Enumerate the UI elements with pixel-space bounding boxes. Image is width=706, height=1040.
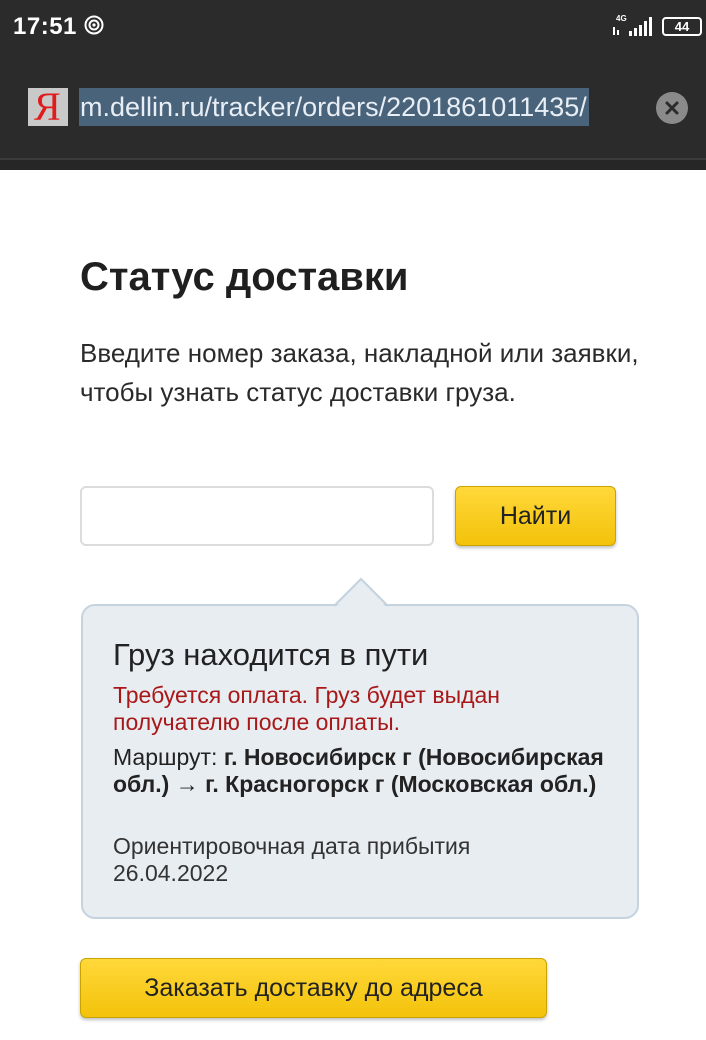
arrival-date: 26.04.2022 xyxy=(113,860,229,886)
battery-level: 44 xyxy=(674,19,690,34)
status-heading: Груз находится в пути xyxy=(113,637,429,672)
close-icon xyxy=(665,101,679,115)
target-icon xyxy=(84,15,104,35)
clear-url-button[interactable] xyxy=(656,92,688,124)
arrival-label: Ориентировочная дата прибытия xyxy=(113,833,471,859)
find-button[interactable]: Найти xyxy=(455,486,616,546)
order-delivery-button[interactable]: Заказать доставку до адреса xyxy=(80,958,547,1018)
signal-icon: 4G xyxy=(613,14,652,36)
page-subtitle: Введите номер заказа, накладной или заяв… xyxy=(80,338,639,407)
battery-icon: 44 xyxy=(662,17,702,36)
route-info: Маршрут: г. Новосибирск г (Новосибирская… xyxy=(113,744,623,798)
toolbar-shadow xyxy=(0,160,706,170)
yandex-logo-icon: Я xyxy=(28,88,68,126)
bubble-pointer-overlay xyxy=(334,577,388,607)
route-label: Маршрут: xyxy=(113,744,224,770)
order-number-input[interactable] xyxy=(80,486,434,546)
status-time: 17:51 xyxy=(13,13,77,40)
logo-letter: Я xyxy=(34,88,61,126)
page-title: Статус доставки xyxy=(80,255,409,299)
payment-warning: Требуется оплата. Груз будет выдан получ… xyxy=(113,682,501,735)
network-type-label: 4G xyxy=(616,14,627,23)
address-bar[interactable]: m.dellin.ru/tracker/orders/2201861011435… xyxy=(79,88,589,126)
status-bar: 17:51 4G 44 xyxy=(0,0,706,56)
arrival-info: Ориентировочная дата прибытия 26.04.2022 xyxy=(113,833,613,887)
